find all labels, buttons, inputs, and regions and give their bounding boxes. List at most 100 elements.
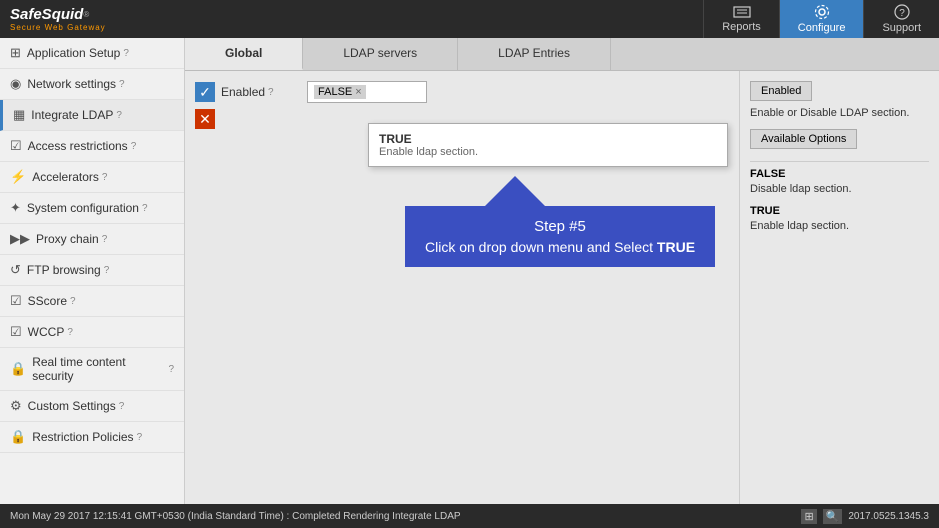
wccp-help-icon: ? <box>67 327 73 338</box>
ldap-help-icon: ? <box>116 110 122 121</box>
sidebar-item-accelerators[interactable]: ⚡ Accelerators ? <box>0 162 184 193</box>
tab-global[interactable]: Global <box>185 38 303 70</box>
wccp-icon: ☑ <box>10 324 22 340</box>
sidebar-item-real-time-content[interactable]: 🔒 Real time content security ? <box>0 348 184 391</box>
real-time-help-icon: ? <box>168 364 174 375</box>
statusbar-message: Mon May 29 2017 12:15:41 GMT+0530 (India… <box>10 511 461 522</box>
ftp-browsing-icon: ↺ <box>10 262 21 278</box>
app-setup-icon: ⊞ <box>10 45 21 61</box>
enabled-select-field[interactable]: FALSE × <box>307 81 427 103</box>
sidebar-item-sscore[interactable]: ☑ SScore ? <box>0 286 184 317</box>
app-setup-help-icon: ? <box>123 48 129 59</box>
sidebar-item-wccp[interactable]: ☑ WCCP ? <box>0 317 184 348</box>
access-restrictions-icon: ☑ <box>10 138 22 154</box>
sidebar-item-label: Access restrictions <box>28 139 128 153</box>
sidebar-item-app-setup[interactable]: ⊞ Application Setup ? <box>0 38 184 69</box>
configure-button[interactable]: Configure <box>779 0 864 38</box>
accelerators-help-icon: ? <box>102 172 108 183</box>
statusbar-icon-1[interactable]: ⊞ <box>801 509 816 524</box>
enabled-right-btn[interactable]: Enabled <box>750 81 812 101</box>
dropdown-item-true[interactable]: TRUE Enable ldap section. <box>369 124 727 166</box>
content-area: Global LDAP servers LDAP Entries ✓ Enabl… <box>185 38 939 504</box>
topbar: SafeSquid ® Secure Web Gateway Reports C… <box>0 0 939 38</box>
sidebar-item-custom-settings[interactable]: ⚙ Custom Settings ? <box>0 391 184 422</box>
logo-reg: ® <box>83 10 89 19</box>
restriction-help-icon: ? <box>137 432 143 443</box>
sidebar-item-label: System configuration <box>27 201 139 215</box>
real-time-icon: 🔒 <box>10 361 26 377</box>
configure-icon <box>814 4 830 20</box>
tab-ldap-entries-label: LDAP Entries <box>498 46 570 60</box>
sidebar-item-access-restrictions[interactable]: ☑ Access restrictions ? <box>0 131 184 162</box>
logo-name: SafeSquid <box>10 6 83 23</box>
system-config-icon: ✦ <box>10 200 21 216</box>
network-settings-icon: ◉ <box>10 76 21 92</box>
sidebar-item-label: Custom Settings <box>28 399 116 413</box>
sidebar-item-label: Application Setup <box>27 46 120 60</box>
tab-ldap-servers-label: LDAP servers <box>343 46 417 60</box>
false-tag: FALSE × <box>314 85 366 99</box>
sidebar-item-label: Restriction Policies <box>32 430 133 444</box>
option-true: TRUE Enable ldap section. <box>750 205 929 232</box>
proxy-chain-help-icon: ? <box>102 234 108 245</box>
enabled-label: Enabled ? <box>221 85 301 99</box>
tab-global-label: Global <box>225 46 262 60</box>
support-button[interactable]: ? Support <box>863 0 939 38</box>
integrate-ldap-icon: ▦ <box>13 107 25 123</box>
sscore-help-icon: ? <box>70 296 76 307</box>
logo-wrapper: SafeSquid ® Secure Web Gateway <box>10 6 106 32</box>
dropdown-menu: TRUE Enable ldap section. <box>368 123 728 167</box>
enabled-row: ✓ Enabled ? FALSE × <box>195 81 729 103</box>
reports-label: Reports <box>722 21 761 33</box>
sidebar-item-restriction-policies[interactable]: 🔒 Restriction Policies ? <box>0 422 184 453</box>
statusbar-icon-2[interactable]: 🔍 <box>823 509 843 524</box>
callout-instruction: Click on drop down menu and Select TRUE <box>425 239 695 255</box>
sidebar-item-proxy-chain[interactable]: ▶▶ Proxy chain ? <box>0 224 184 255</box>
ftp-help-icon: ? <box>104 265 110 276</box>
sidebar-item-label: SScore <box>28 294 67 308</box>
reports-button[interactable]: Reports <box>703 0 779 38</box>
false-tag-close[interactable]: × <box>355 86 361 98</box>
sidebar-item-network-settings[interactable]: ◉ Network settings ? <box>0 69 184 100</box>
access-help-icon: ? <box>131 141 137 152</box>
option-false-desc: Disable ldap section. <box>750 183 929 195</box>
statusbar: Mon May 29 2017 12:15:41 GMT+0530 (India… <box>0 504 939 528</box>
custom-help-icon: ? <box>119 401 125 412</box>
main-layout: ⊞ Application Setup ? ◉ Network settings… <box>0 38 939 504</box>
sidebar-item-label: WCCP <box>28 325 65 339</box>
enabled-checkbox[interactable]: ✓ <box>195 82 215 102</box>
delete-button[interactable]: ✕ <box>195 109 215 129</box>
divider <box>750 161 929 162</box>
support-icon: ? <box>894 4 910 20</box>
enabled-right-desc: Enable or Disable LDAP section. <box>750 107 929 119</box>
enabled-field-help-icon: ? <box>268 87 274 98</box>
available-options-btn[interactable]: Available Options <box>750 129 857 149</box>
tab-ldap-entries[interactable]: LDAP Entries <box>458 38 611 70</box>
logo-sub: Secure Web Gateway <box>10 23 106 32</box>
support-label: Support <box>882 22 921 34</box>
sidebar-item-integrate-ldap[interactable]: ▦ Integrate LDAP ? <box>0 100 184 131</box>
accelerators-icon: ⚡ <box>10 169 26 185</box>
statusbar-version: 2017.0525.1345.3 <box>848 511 929 522</box>
sidebar-item-label: Real time content security <box>32 355 165 383</box>
sidebar-item-label: Proxy chain <box>36 232 99 246</box>
tabs: Global LDAP servers LDAP Entries <box>185 38 939 71</box>
sidebar-item-label: FTP browsing <box>27 263 101 277</box>
topbar-spacer <box>180 0 703 38</box>
network-help-icon: ? <box>119 79 125 90</box>
tab-ldap-servers[interactable]: LDAP servers <box>303 38 458 70</box>
dropdown-true-title: TRUE <box>379 132 717 146</box>
sidebar-item-ftp-browsing[interactable]: ↺ FTP browsing ? <box>0 255 184 286</box>
sidebar-item-system-configuration[interactable]: ✦ System configuration ? <box>0 193 184 224</box>
logo-area: SafeSquid ® Secure Web Gateway <box>0 0 180 38</box>
option-true-value: TRUE <box>750 205 929 217</box>
sidebar-item-label: Integrate LDAP <box>31 108 113 122</box>
reports-icon <box>733 5 751 19</box>
callout: Step #5 Click on drop down menu and Sele… <box>405 206 715 267</box>
option-false-value: FALSE <box>750 168 929 180</box>
sidebar-item-label: Accelerators <box>32 170 99 184</box>
right-panel: Enabled Enable or Disable LDAP section. … <box>739 71 939 504</box>
configure-label: Configure <box>798 22 846 34</box>
option-false: FALSE Disable ldap section. <box>750 168 929 195</box>
restriction-policies-icon: 🔒 <box>10 429 26 445</box>
